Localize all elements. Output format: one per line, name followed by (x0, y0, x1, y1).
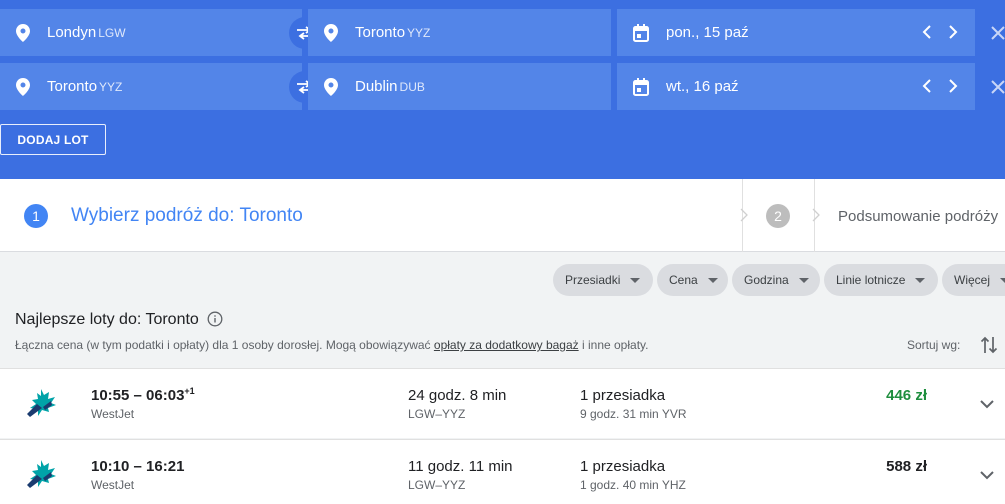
chip-label: Przesiadki (565, 273, 621, 287)
flight-duration: 24 godz. 8 min (408, 387, 507, 404)
add-flight-button[interactable]: DODAJ LOT (0, 124, 106, 155)
filter-chip-price[interactable]: Cena (657, 264, 728, 296)
chevron-down-icon[interactable] (978, 466, 996, 484)
chip-label: Godzina (744, 273, 789, 287)
westjet-logo-icon (27, 460, 56, 488)
airline-name: WestJet (91, 478, 135, 492)
flight-route: LGW–YYZ (408, 407, 466, 421)
calendar-icon (633, 23, 649, 42)
step-1-label: Wybierz podróż do: Toronto (71, 205, 303, 226)
sort-icon[interactable] (980, 335, 998, 355)
date-value: wt., 16 paź (666, 78, 739, 95)
date-field-2[interactable]: wt., 16 paź (617, 63, 975, 110)
date-value: pon., 15 paź (666, 24, 749, 41)
baggage-fees-link[interactable]: opłaty za dodatkowy bagaż (434, 338, 579, 352)
location-pin-icon (16, 77, 30, 96)
info-icon[interactable] (207, 311, 223, 327)
step-chevron-icon (740, 208, 748, 222)
chevron-right-icon[interactable] (943, 23, 961, 41)
booking-steps: 1 Wybierz podróż do: Toronto 2 Podsumowa… (0, 179, 1005, 252)
flight-row[interactable]: 10:55 – 06:03+1 WestJet 24 godz. 8 min L… (0, 368, 1005, 438)
close-icon[interactable] (989, 24, 1005, 42)
destination-city: Toronto (355, 24, 406, 41)
chevron-right-icon[interactable] (943, 77, 961, 95)
layover-info: 1 godz. 40 min YHZ (580, 478, 686, 492)
departure-arrival: 10:55 – 06:03 (91, 387, 185, 404)
results-title: Najlepsze loty do: Toronto (15, 311, 199, 328)
location-pin-icon (324, 77, 338, 96)
location-pin-icon (324, 23, 338, 42)
caret-down-icon (1000, 277, 1005, 283)
destination-city: Dublin (355, 78, 398, 95)
flight-times: 10:55 – 06:03+1 (91, 386, 195, 404)
origin-field-2[interactable]: Toronto YYZ (0, 63, 302, 110)
stops-count: 1 przesiadka (580, 458, 666, 475)
destination-code: DUB (399, 79, 425, 94)
origin-city: Londyn (47, 24, 97, 41)
destination-field-2[interactable]: Dublin DUB (308, 63, 611, 110)
layover-info: 9 godz. 31 min YVR (580, 407, 687, 421)
chip-label: Linie lotnicze (836, 273, 906, 287)
flight-times: 10:10 – 16:21 (91, 457, 184, 475)
caret-down-icon (707, 277, 718, 283)
day-offset: +1 (184, 386, 195, 396)
price-note-text-end: i inne opłaty. (578, 338, 649, 352)
departure-arrival: 10:10 – 16:21 (91, 458, 185, 475)
flight-price: 446 zł (886, 387, 927, 404)
sort-label: Sortuj wg: (907, 338, 961, 352)
filter-chip-time[interactable]: Godzina (732, 264, 820, 296)
stops-count: 1 przesiadka (580, 387, 666, 404)
step-chevron-icon (812, 208, 820, 222)
step-2-label[interactable]: Podsumowanie podróży (838, 208, 998, 225)
flight-price: 588 zł (886, 458, 927, 475)
destination-field-1[interactable]: Toronto YYZ (308, 9, 611, 56)
chevron-left-icon[interactable] (919, 77, 937, 95)
step-1-number: 1 (24, 204, 48, 228)
origin-city: Toronto (47, 78, 98, 95)
chip-label: Cena (669, 273, 698, 287)
caret-down-icon (915, 277, 926, 283)
flight-row[interactable]: 10:10 – 16:21 WestJet 11 godz. 11 min LG… (0, 439, 1005, 504)
westjet-logo-icon (27, 389, 56, 417)
close-icon[interactable] (989, 78, 1005, 96)
origin-field-1[interactable]: Londyn LGW (0, 9, 302, 56)
destination-code: YYZ (407, 25, 431, 40)
location-pin-icon (16, 23, 30, 42)
filter-chip-more[interactable]: Więcej (942, 264, 1005, 296)
date-field-1[interactable]: pon., 15 paź (617, 9, 975, 56)
calendar-icon (633, 77, 649, 96)
flight-route: LGW–YYZ (408, 478, 466, 492)
chevron-left-icon[interactable] (919, 23, 937, 41)
chevron-down-icon[interactable] (978, 395, 996, 413)
chip-label: Więcej (954, 273, 991, 287)
price-note-text: Łączna cena (w tym podatki i opłaty) dla… (15, 338, 434, 352)
airline-name: WestJet (91, 407, 135, 421)
origin-code: YYZ (99, 79, 123, 94)
origin-code: LGW (98, 25, 126, 40)
flight-duration: 11 godz. 11 min (408, 458, 513, 475)
step-2-number[interactable]: 2 (766, 204, 790, 228)
filter-chip-airlines[interactable]: Linie lotnicze (824, 264, 938, 296)
caret-down-icon (630, 277, 641, 283)
caret-down-icon (798, 277, 809, 283)
search-panel: Londyn LGW Toronto YYZ pon., 15 paź Toro… (0, 0, 1005, 179)
filter-chip-stops[interactable]: Przesiadki (553, 264, 653, 296)
price-note: Łączna cena (w tym podatki i opłaty) dla… (15, 338, 648, 352)
